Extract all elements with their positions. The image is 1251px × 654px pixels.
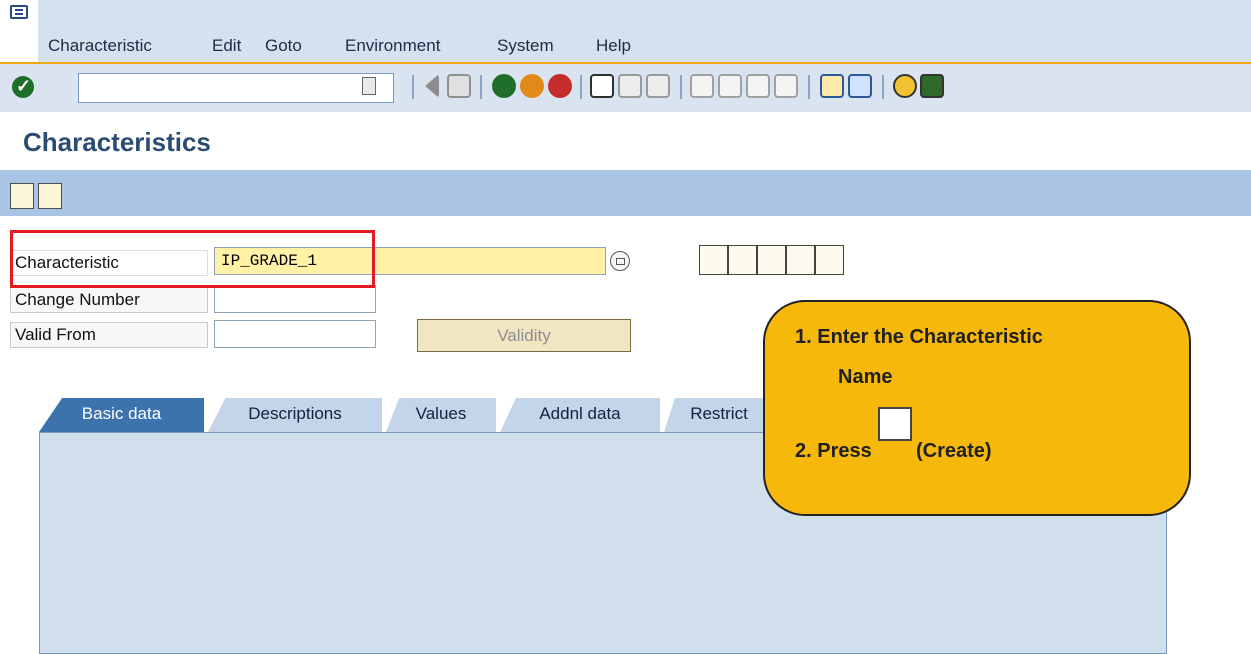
other-characteristic-icon[interactable] <box>10 183 34 209</box>
shortcut-icon[interactable] <box>848 74 872 98</box>
instruction-step-2: 2. Press <box>795 440 872 462</box>
command-history-icon[interactable] <box>362 77 376 95</box>
menu-edit[interactable]: Edit <box>212 36 241 56</box>
first-page-icon[interactable] <box>690 74 714 98</box>
previous-page-icon[interactable] <box>718 74 742 98</box>
change-icon[interactable] <box>728 245 757 275</box>
toolbar-separator <box>412 75 414 99</box>
toolbar-separator <box>808 75 810 99</box>
toolbar-separator <box>480 75 482 99</box>
command-field[interactable] <box>78 73 394 103</box>
valid-from-label: Valid From <box>10 322 208 348</box>
save-icon[interactable] <box>447 74 471 98</box>
valid-from-input[interactable] <box>214 320 376 348</box>
page-title: Characteristics <box>23 127 211 157</box>
tab-descriptions[interactable]: Descriptions <box>208 398 382 432</box>
value-help-icon[interactable] <box>610 251 630 271</box>
highlight-box <box>10 230 375 288</box>
window-menu-icon[interactable] <box>10 5 28 19</box>
create-icon[interactable] <box>757 245 786 275</box>
find-icon[interactable] <box>618 74 642 98</box>
instruction-step-1-continued: Name <box>838 366 893 388</box>
print-icon[interactable] <box>590 74 614 98</box>
next-page-icon[interactable] <box>746 74 770 98</box>
menu-characteristic[interactable]: Characteristic <box>48 36 152 56</box>
instruction-step-1: 1. Enter the Characteristic <box>795 326 1043 348</box>
change-number-input[interactable] <box>214 285 376 313</box>
help-icon[interactable] <box>893 74 917 98</box>
copy-icon[interactable] <box>786 245 815 275</box>
create-icon <box>878 407 912 441</box>
change-number-label: Change Number <box>10 287 208 313</box>
tab-values[interactable]: Values <box>386 398 496 432</box>
instruction-step-2-suffix: (Create) <box>916 440 992 462</box>
application-toolbar <box>0 170 1251 216</box>
delete-icon[interactable] <box>815 245 844 275</box>
cancel-icon[interactable] <box>548 74 572 98</box>
toolbar-separator <box>882 75 884 99</box>
toolbar-separator <box>580 75 582 99</box>
where-used-icon[interactable] <box>38 183 62 209</box>
exit-icon[interactable] <box>520 74 544 98</box>
enter-icon[interactable] <box>12 76 34 98</box>
validity-button[interactable]: Validity <box>417 319 631 352</box>
find-next-icon[interactable] <box>646 74 670 98</box>
last-page-icon[interactable] <box>774 74 798 98</box>
tab-basic-data[interactable]: Basic data <box>39 398 204 432</box>
create-session-icon[interactable] <box>820 74 844 98</box>
tab-addnl-data[interactable]: Addnl data <box>500 398 660 432</box>
tab-restrict[interactable]: Restrict <box>664 398 774 432</box>
menu-environment[interactable]: Environment <box>345 36 440 56</box>
toolbar-separator <box>680 75 682 99</box>
layout-icon[interactable] <box>920 74 944 98</box>
menu-goto[interactable]: Goto <box>265 36 302 56</box>
display-icon[interactable] <box>699 245 728 275</box>
menu-help[interactable]: Help <box>596 36 631 56</box>
back-icon[interactable] <box>492 74 516 98</box>
menu-system[interactable]: System <box>497 36 554 56</box>
